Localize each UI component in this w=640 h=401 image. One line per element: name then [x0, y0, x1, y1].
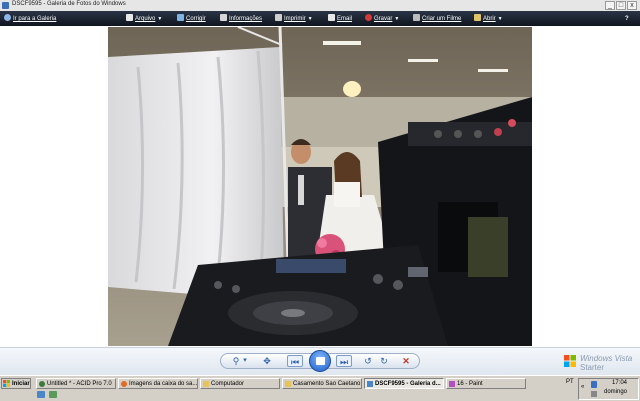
next-button[interactable]: ⏭: [336, 355, 352, 367]
clock-time[interactable]: 17:04: [612, 380, 627, 386]
taskbar-item-firefox[interactable]: Imagens da caixa do sa...: [118, 378, 198, 389]
menu-criar-filme-label: Criar um Filme: [422, 16, 462, 22]
zoom-dropdown-icon[interactable]: ▾: [242, 355, 248, 367]
open-icon: [474, 14, 481, 21]
back-to-gallery-label: Ir para a Galeria: [13, 16, 57, 22]
maximize-button[interactable]: □: [616, 1, 626, 10]
brand-line-2: Starter: [580, 363, 605, 372]
start-button[interactable]: Iniciar: [1, 378, 31, 389]
windows-vista-branding: Windows Vista Starter: [560, 352, 638, 374]
taskbar-item-paint[interactable]: 16 - Paint: [446, 378, 526, 389]
menu-corrigir[interactable]: Corrigir: [177, 14, 206, 24]
photo-viewer: [0, 26, 640, 347]
taskbar-item-label: Imagens da caixa do sa...: [129, 381, 198, 387]
menu-imprimir[interactable]: Imprimir ▼: [275, 14, 313, 24]
taskbar-item-computador[interactable]: Computador: [200, 378, 280, 389]
info-icon: [220, 14, 227, 21]
language-indicator[interactable]: PT: [566, 379, 574, 385]
back-arrow-icon: [4, 14, 11, 21]
zoom-icon[interactable]: ⚲: [230, 355, 242, 367]
menu-abrir[interactable]: Abrir ▼: [474, 14, 503, 24]
slideshow-button[interactable]: [309, 350, 331, 372]
menu-arquivo[interactable]: Arquivo ▼: [126, 14, 162, 24]
taskbar-item-label: Computador: [211, 381, 245, 387]
gallery-icon: [367, 381, 373, 387]
firefox-icon: [121, 381, 127, 387]
menu-informacoes[interactable]: Informações: [220, 14, 262, 24]
chevron-down-icon: ▼: [497, 16, 503, 22]
menu-abrir-label: Abrir: [483, 16, 496, 22]
movie-icon: [413, 14, 420, 21]
acid-icon: [39, 381, 45, 387]
menu-gravar[interactable]: Gravar ▼: [365, 14, 399, 24]
slideshow-icon: [316, 357, 325, 365]
network-icon[interactable]: [591, 381, 597, 388]
taskbar-item-label: 16 - Paint: [457, 381, 483, 387]
taskbar-item-label: DSCF9595 - Galeria d...: [375, 381, 441, 387]
photo-gallery-app-icon: [2, 2, 9, 9]
command-bar: Ir para a Galeria Arquivo ▼ Corrigir Info…: [0, 11, 640, 26]
taskbar: Iniciar Untitled * - ACID Pro 7.0 Imagen…: [0, 375, 640, 401]
menu-informacoes-label: Informações: [229, 16, 263, 22]
wedding-photo-image: [108, 27, 532, 346]
actual-size-icon[interactable]: ✥: [260, 355, 274, 367]
brand-line-1: Windows Vista: [580, 354, 633, 363]
fix-icon: [177, 14, 184, 21]
start-label: Iniciar: [12, 381, 30, 387]
menu-email-label: Email: [337, 16, 353, 22]
tray-expand-icon[interactable]: «: [581, 384, 584, 390]
delete-icon[interactable]: ✕: [400, 355, 412, 367]
taskbar-item-casamento[interactable]: Casamento Sao Caetano: [282, 378, 362, 389]
minimize-button[interactable]: _: [605, 1, 615, 10]
displayed-photo: [108, 27, 532, 346]
clock-day: domingo: [604, 389, 628, 395]
volume-icon[interactable]: [591, 391, 597, 397]
taskbar-item-gallery[interactable]: DSCF9595 - Galeria d...: [364, 378, 444, 389]
menu-corrigir-label: Corrigir: [186, 16, 206, 22]
menu-criar-filme[interactable]: Criar um Filme: [413, 14, 461, 24]
print-icon: [275, 14, 282, 21]
chevron-down-icon: ▼: [394, 16, 400, 22]
switch-windows-icon[interactable]: [49, 391, 57, 398]
help-icon[interactable]: ?: [625, 14, 629, 24]
folder-icon: [285, 381, 291, 387]
email-icon: [328, 14, 335, 21]
windows-flag-icon: [3, 380, 10, 387]
back-to-gallery-button[interactable]: Ir para a Galeria: [4, 14, 56, 24]
folder-icon: [203, 381, 209, 387]
taskbar-item-label: Casamento Sao Caetano: [293, 381, 361, 387]
burn-icon: [365, 14, 372, 21]
rotate-right-icon[interactable]: ↻: [378, 355, 390, 367]
menu-email[interactable]: Email: [328, 14, 352, 24]
menu-imprimir-label: Imprimir: [284, 16, 306, 22]
window-title: DSCF9595 - Galeria de Fotos do Windows: [12, 1, 126, 7]
file-icon: [126, 14, 133, 21]
windows-flag-icon: [564, 355, 576, 367]
taskbar-item-acid[interactable]: Untitled * - ACID Pro 7.0: [36, 378, 116, 389]
show-desktop-icon[interactable]: [37, 391, 45, 398]
chevron-down-icon: ▼: [307, 16, 313, 22]
chevron-down-icon: ▼: [157, 16, 163, 22]
paint-icon: [449, 381, 455, 387]
previous-button[interactable]: ⏮: [287, 355, 303, 367]
taskbar-item-label: Untitled * - ACID Pro 7.0: [47, 381, 112, 387]
rotate-left-icon[interactable]: ↺: [362, 355, 374, 367]
menu-gravar-label: Gravar: [374, 16, 393, 22]
close-button[interactable]: x: [627, 1, 637, 10]
menu-arquivo-label: Arquivo: [135, 16, 156, 22]
